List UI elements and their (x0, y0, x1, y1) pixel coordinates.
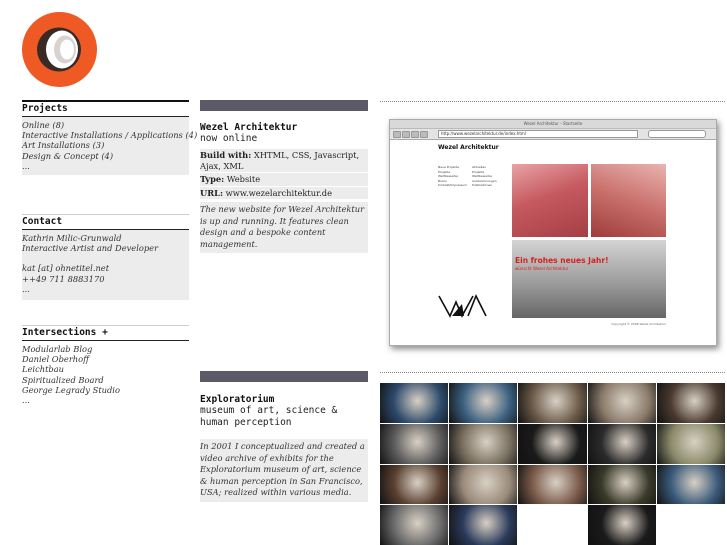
intersections-item[interactable]: Spiritualized Board (22, 375, 189, 385)
site-nav-item: Publikationen (472, 183, 493, 187)
building-photo (512, 240, 666, 318)
forward-icon (402, 131, 410, 138)
divider (380, 101, 725, 102)
url-bar: http://www.wezelarchitektur.de/index.htm… (438, 130, 638, 138)
contact-phone: ++49 711 8883170 (22, 273, 105, 284)
video-thumbnail[interactable] (587, 464, 656, 505)
projects-list: Online (8) Interactive Installations / A… (22, 117, 197, 176)
video-thumbnail[interactable] (449, 423, 518, 464)
divider (380, 372, 725, 373)
video-thumbnail[interactable] (380, 464, 449, 505)
site-nav-left: Neue Projekte Projekte Wettbewerbe Buero… (438, 165, 467, 188)
contact-email[interactable]: kat [at] ohnetitel.net (22, 263, 189, 273)
intersections-list: Modularlab Blog Daniel Oberhoff Leichtba… (22, 341, 189, 409)
video-thumbnail[interactable] (656, 505, 725, 545)
project-url: URL: www.wezelarchitektur.de (200, 186, 368, 200)
video-thumbnail[interactable] (380, 423, 449, 464)
build-label: Build with: (200, 150, 252, 160)
site-nav-right: Aktuelles Projekte Wettbewerbe Auszeichn… (472, 165, 497, 188)
project-exploratorium: Exploratorium museum of art, science & h… (200, 371, 368, 502)
intersections-section: Intersections + Modularlab Blog Daniel O… (22, 325, 189, 409)
projects-section: Projects Online (8) Interactive Installa… (22, 100, 197, 176)
project-title[interactable]: Wezel Architektur (200, 122, 368, 133)
type-value: Website (226, 174, 261, 184)
reload-icon (411, 131, 419, 138)
project-description: In 2001 I conceptualized and created a v… (200, 439, 368, 502)
intersections-item[interactable]: Leichtbau (22, 364, 189, 374)
video-thumbnail[interactable] (380, 383, 449, 423)
video-thumbnail[interactable] (380, 505, 449, 545)
video-thumbnail[interactable] (587, 383, 656, 423)
contact-name: Kathrin Milic-Grunwald (22, 233, 122, 243)
site-title: Wezel Architektur (438, 144, 499, 151)
project-meta: Build with: XHTML, CSS, Javascript, Ajax… (200, 149, 368, 200)
contact-details: Kathrin Milic-Grunwald Interactive Artis… (22, 230, 189, 301)
url-link[interactable]: www.wezelarchitektur.de (226, 188, 332, 198)
project-screenshot[interactable]: Wezel Architektur - Startseite http://ww… (389, 119, 717, 346)
project-build: Build with: XHTML, CSS, Javascript, Ajax… (200, 149, 368, 173)
project-description: The new website for Wezel Architektur is… (200, 202, 368, 253)
search-field (648, 130, 706, 138)
intersections-item[interactable]: Daniel Oberhoff (22, 354, 189, 364)
building-photo (591, 164, 666, 237)
intersections-more[interactable]: ... (22, 395, 189, 405)
video-thumbnail[interactable] (449, 505, 518, 545)
video-thumbnail[interactable] (449, 383, 518, 423)
intersections-heading[interactable]: Intersections + (22, 325, 189, 341)
video-thumbnail[interactable] (518, 383, 587, 423)
project-header-bar (200, 100, 368, 111)
project-type: Type: Website (200, 173, 368, 187)
projects-item-interactive[interactable]: Interactive Installations / Applications… (22, 130, 197, 140)
copyright-text: Copyright © 2008 Wezel Architektur (611, 322, 666, 326)
projects-more[interactable]: ... (22, 161, 189, 171)
home-icon (420, 131, 428, 138)
project-title[interactable]: Exploratorium (200, 394, 368, 405)
projects-item-design[interactable]: Design & Concept (4) (22, 151, 189, 161)
video-thumbnail[interactable] (518, 464, 587, 505)
video-thumbnail[interactable] (656, 383, 725, 423)
projects-item-online[interactable]: Online (8) (22, 120, 189, 130)
project-header-bar (200, 371, 368, 382)
back-icon (393, 131, 401, 138)
projects-heading[interactable]: Projects (22, 102, 189, 117)
video-thumbnail[interactable] (656, 464, 725, 505)
window-title: Wezel Architektur - Startseite (390, 120, 716, 129)
contact-role: Interactive Artist and Developer (22, 243, 159, 254)
project-subtitle: now online (200, 133, 258, 144)
video-thumbnail[interactable] (518, 505, 587, 545)
video-archive-grid[interactable] (380, 383, 725, 545)
video-thumbnail[interactable] (656, 423, 725, 464)
site-nav-item: Kontakt/Impressum (438, 183, 468, 187)
logo-icon (22, 12, 97, 87)
intersections-item[interactable]: George Legrady Studio (22, 385, 189, 395)
greeting-subtext: wünscht Wezel Architektur (515, 266, 569, 271)
url-label: URL: (200, 187, 224, 198)
project-subtitle: museum of art, science & human perceptio… (200, 405, 338, 428)
wezel-logo-icon (438, 294, 487, 318)
type-label: Type: (200, 174, 225, 184)
video-thumbnail[interactable] (587, 505, 656, 545)
greeting-text: Ein frohes neues Jahr! (515, 256, 609, 265)
contact-more[interactable]: ... (22, 284, 189, 294)
contact-heading: Contact (22, 214, 189, 230)
project-wezel: Wezel Architektur now online Build with:… (200, 100, 368, 253)
building-photo (512, 164, 588, 237)
video-thumbnail[interactable] (518, 423, 587, 464)
intersections-item[interactable]: Modularlab Blog (22, 344, 189, 354)
video-thumbnail[interactable] (587, 423, 656, 464)
contact-section: Contact Kathrin Milic-Grunwald Interacti… (22, 214, 189, 301)
video-thumbnail[interactable] (449, 464, 518, 505)
browser-toolbar: http://www.wezelarchitektur.de/index.htm… (390, 129, 716, 140)
projects-item-art[interactable]: Art Installations (3) (22, 140, 189, 150)
